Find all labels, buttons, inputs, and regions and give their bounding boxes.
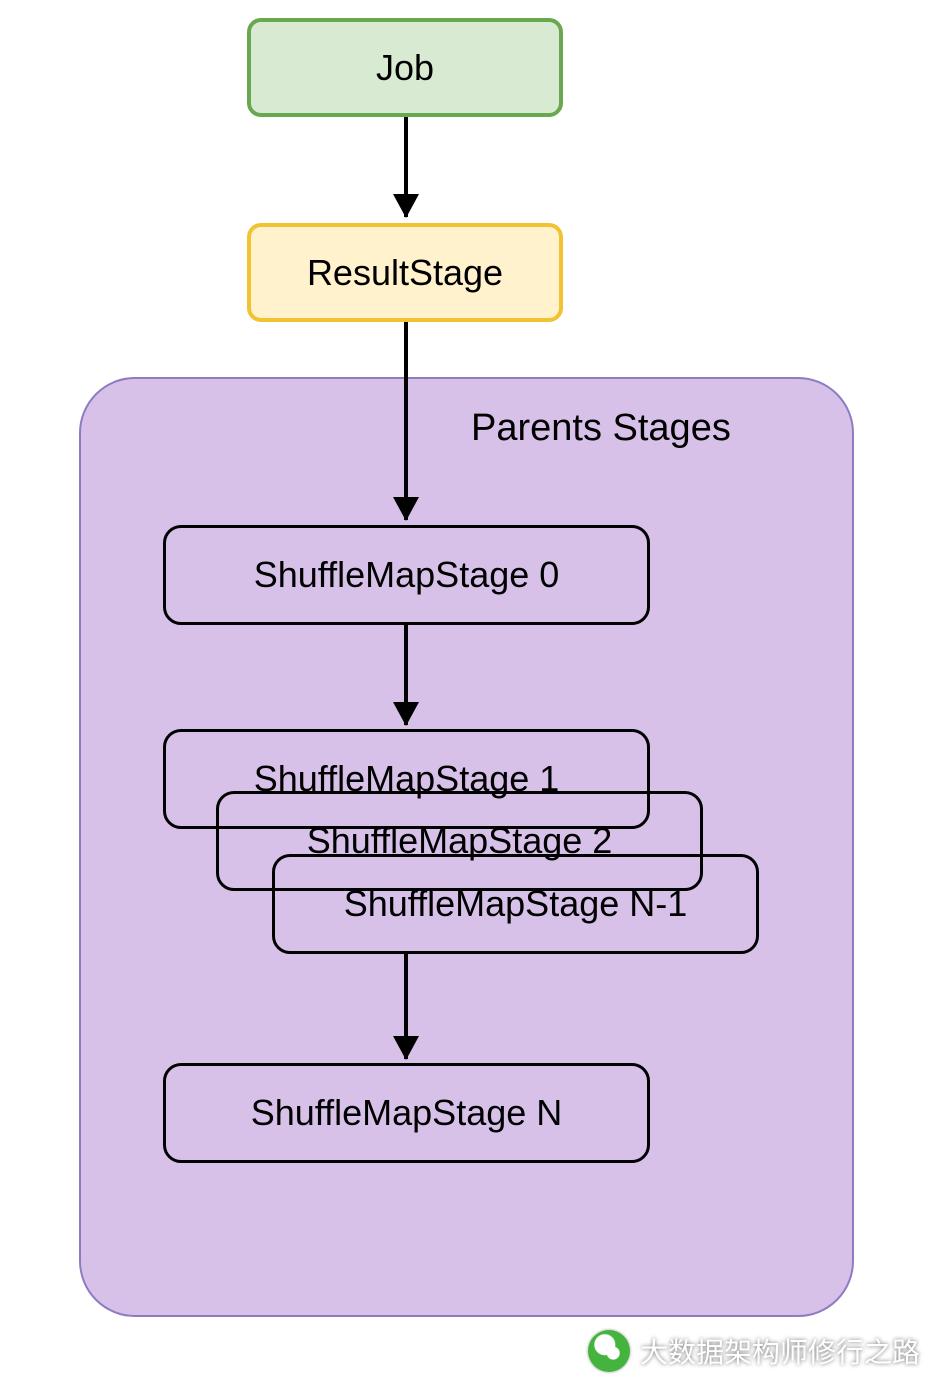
watermark: 大数据架构师修行之路 bbox=[588, 1330, 920, 1372]
arrow-job-to-result bbox=[404, 117, 408, 217]
shuffle-map-stage-n: ShuffleMapStage N bbox=[163, 1063, 650, 1163]
arrow-sms0-to-sms1 bbox=[404, 625, 408, 725]
watermark-text: 大数据架构师修行之路 bbox=[640, 1331, 920, 1371]
shuffle-map-stage-0: ShuffleMapStage 0 bbox=[163, 525, 650, 625]
wechat-icon bbox=[588, 1330, 630, 1372]
job-node: Job bbox=[247, 18, 563, 117]
shuffle-map-stage-n-1: ShuffleMapStage N-1 bbox=[272, 854, 759, 954]
parents-stages-label: Parents Stages bbox=[471, 407, 731, 450]
arrow-smsn1-to-smsn bbox=[404, 954, 408, 1059]
result-stage-node: ResultStage bbox=[247, 223, 563, 322]
arrow-result-to-sms0 bbox=[404, 322, 408, 520]
